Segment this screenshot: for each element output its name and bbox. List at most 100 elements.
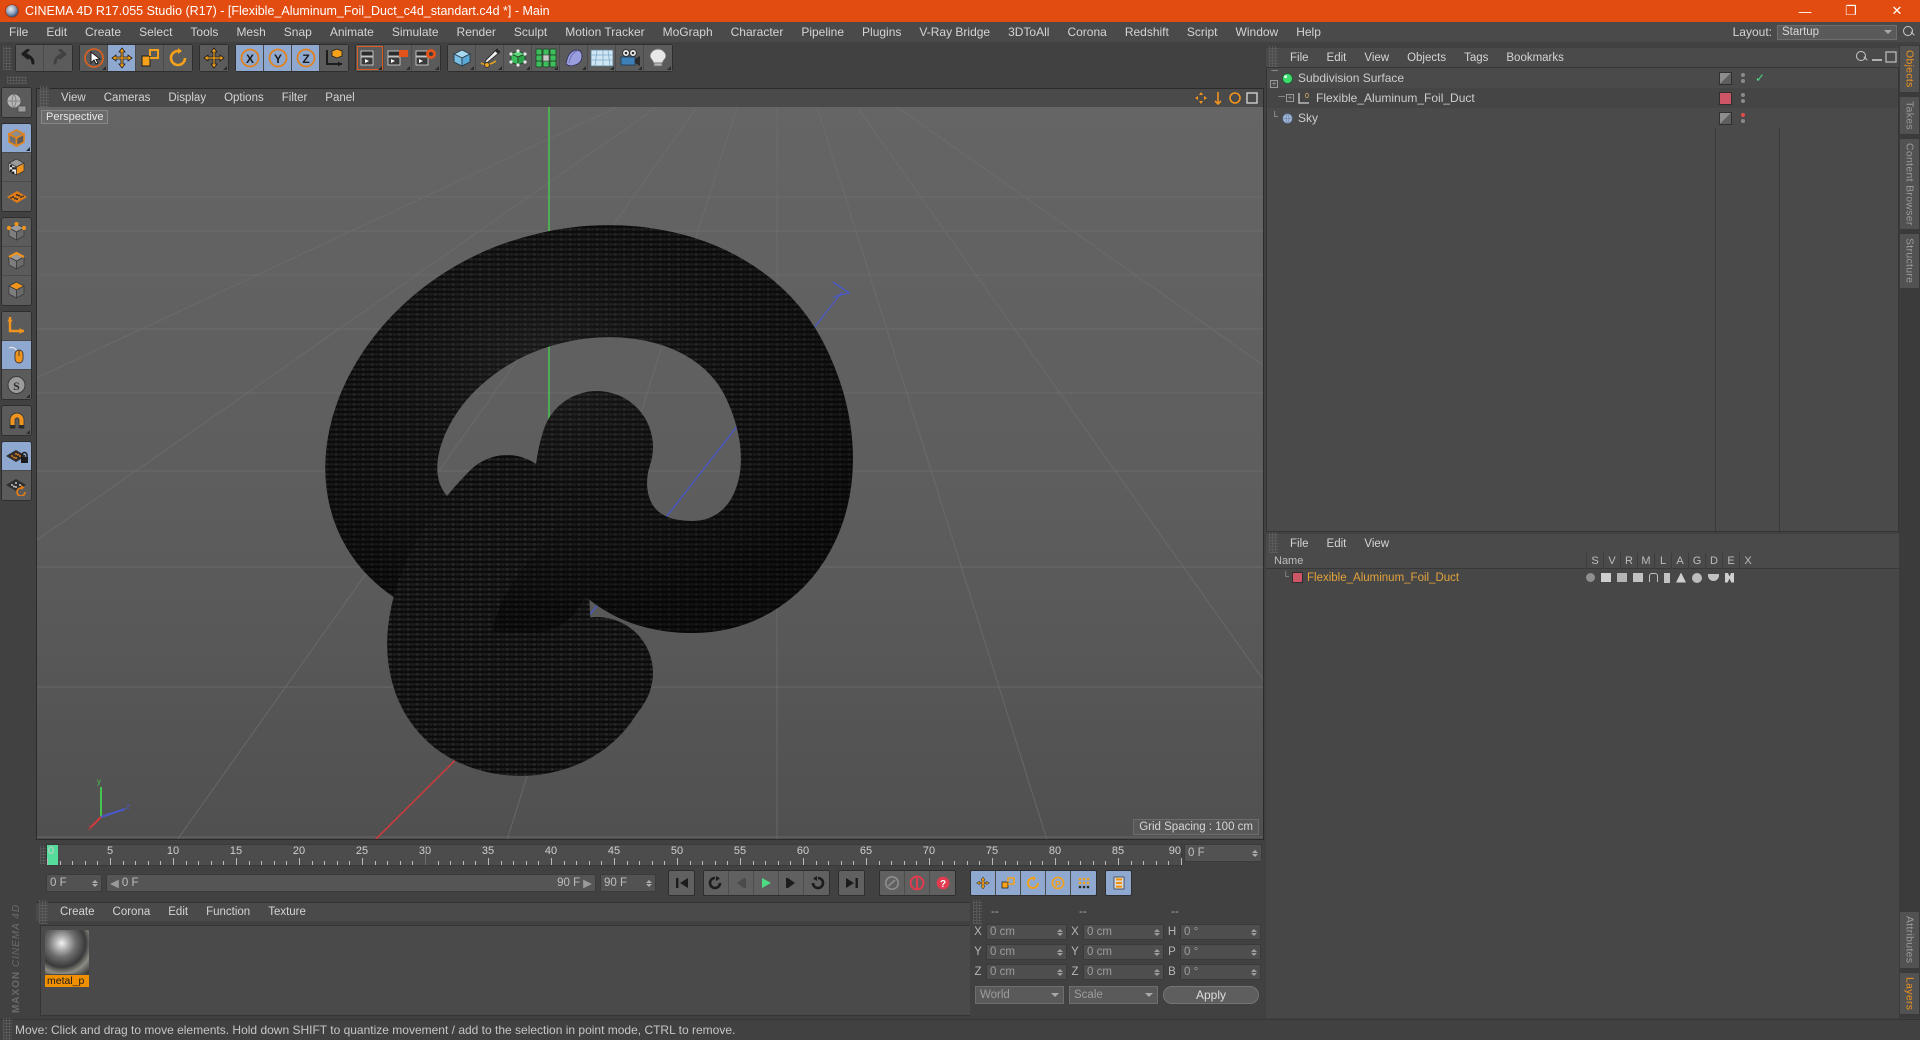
spline-pen-button[interactable] [476,45,504,71]
model-mode-button[interactable] [2,124,31,153]
size-y-field[interactable]: 0 cm [1083,944,1164,960]
menu-item-corona[interactable]: Corona [1058,22,1115,42]
side-tab-structure[interactable]: Structure [1899,233,1920,289]
object-menu-view[interactable]: View [1355,48,1398,68]
viewport-menu-display[interactable]: Display [159,88,215,108]
menu-item-v-ray-bridge[interactable]: V-Ray Bridge [910,22,999,42]
menu-item-edit[interactable]: Edit [37,22,76,42]
tree-expander[interactable]: └ [1266,572,1292,584]
time-range-slider[interactable]: ◀ 0 F 90 F ▶ [106,874,596,892]
point-mode-button[interactable] [2,218,31,247]
layer-row[interactable]: └ Flexible_Aluminum_Foil_Duct [1266,569,1899,586]
select-tool-button[interactable] [80,45,108,71]
menu-item-help[interactable]: Help [1287,22,1330,42]
side-tab-layers[interactable]: Layers [1899,971,1920,1015]
menu-item-snap[interactable]: Snap [275,22,321,42]
layer-color-swatch[interactable] [1292,572,1303,583]
layer-name[interactable]: Flexible_Aluminum_Foil_Duct [1307,572,1459,584]
size-z-field[interactable]: 0 cm [1083,964,1164,980]
menu-item-plugins[interactable]: Plugins [853,22,910,42]
layer-column-d[interactable]: D [1705,552,1722,569]
render-view-button[interactable] [356,45,384,71]
position-y-field[interactable]: 0 cm [986,944,1067,960]
render-settings-button[interactable] [412,45,440,71]
search-icon[interactable] [1855,50,1869,64]
apply-button[interactable]: Apply [1163,986,1259,1004]
material-menu-function[interactable]: Function [197,902,259,922]
layer-column-s[interactable]: S [1586,552,1603,569]
visibility-dots[interactable] [1741,113,1745,123]
tree-expander[interactable]: ─+ [1267,92,1297,104]
object-menu-file[interactable]: File [1281,48,1318,68]
menu-item-animate[interactable]: Animate [321,22,383,42]
layer-column-x[interactable]: X [1739,552,1756,569]
camera-button[interactable] [616,45,644,71]
scale-view-icon[interactable] [1211,91,1225,105]
menu-item-tools[interactable]: Tools [181,22,227,42]
layer-column-m[interactable]: M [1637,552,1654,569]
visibility-dots[interactable] [1741,93,1745,103]
menu-item-motion-tracker[interactable]: Motion Tracker [556,22,653,42]
visibility-dots[interactable] [1741,73,1745,83]
side-tab-takes[interactable]: Takes [1899,95,1920,135]
maximize-view-icon[interactable] [1245,91,1259,105]
layer-menu-file[interactable]: File [1281,534,1318,554]
goto-start-button[interactable] [669,871,694,895]
menu-item-render[interactable]: Render [448,22,505,42]
keyframe-help-button[interactable]: ? [930,871,955,895]
magnet-tool-button[interactable] [2,406,31,435]
side-tab-content-browser[interactable]: Content Browser [1899,137,1920,231]
play-button[interactable] [754,871,779,895]
menu-item-mesh[interactable]: Mesh [227,22,274,42]
material-menu-create[interactable]: Create [51,902,104,922]
menu-item-select[interactable]: Select [130,22,181,42]
enable-axis-button[interactable] [2,312,31,341]
mograph-cloner-button[interactable] [532,45,560,71]
deformer-button[interactable] [560,45,588,71]
generator-object-button[interactable] [504,45,532,71]
maximize-button[interactable]: ❐ [1828,0,1874,22]
rotation-b-field[interactable]: 0 ° [1180,964,1261,980]
coordinates-grip[interactable] [973,900,982,924]
minimize-panel-icon[interactable] [1871,51,1883,63]
menu-item-character[interactable]: Character [722,22,793,42]
z-axis-button[interactable]: Z [292,45,320,71]
rotation-key-button[interactable] [1021,871,1046,895]
light-button[interactable] [644,45,672,71]
render-region-button[interactable] [384,45,412,71]
world-object-coordinates-button[interactable] [320,45,348,71]
minimize-button[interactable]: — [1782,0,1828,22]
viewport-menu-options[interactable]: Options [215,88,273,108]
object-menu-objects[interactable]: Objects [1398,48,1455,68]
menu-item-sculpt[interactable]: Sculpt [505,22,556,42]
object-tag-swatch[interactable] [1719,71,1732,85]
material-item[interactable]: metal_p [45,930,89,987]
menu-item-simulate[interactable]: Simulate [383,22,448,42]
step-back-button[interactable] [729,871,754,895]
viewport-camera-tag[interactable]: Perspective [41,110,109,124]
undo-button[interactable] [16,45,44,71]
enable-snapping-button[interactable] [2,341,31,370]
workplane-button[interactable] [2,182,31,211]
parameter-key-button[interactable]: P [1046,871,1071,895]
menu-item-3dtoall[interactable]: 3DToAll [999,22,1058,42]
object-name[interactable]: Flexible_Aluminum_Foil_Duct [1316,91,1475,105]
point-level-animation-button[interactable] [1071,871,1096,895]
position-key-button[interactable] [971,871,996,895]
material-menu-texture[interactable]: Texture [259,902,315,922]
redo-button[interactable] [44,45,72,71]
y-axis-button[interactable]: Y [264,45,292,71]
range-end-field[interactable]: 90 F [600,874,656,892]
object-manager-row[interactable]: └ Sky [1267,108,1898,128]
step-forward-button[interactable] [779,871,804,895]
toolbar-grip[interactable] [3,46,12,70]
material-menu-edit[interactable]: Edit [159,902,197,922]
x-axis-button[interactable]: X [236,45,264,71]
object-menu-bookmarks[interactable]: Bookmarks [1497,48,1573,68]
close-button[interactable]: ✕ [1874,0,1920,22]
material-thumbnail[interactable] [45,930,89,974]
object-enabled-check[interactable]: ✓ [1755,71,1765,85]
coordinate-mode-dropdown[interactable]: Scale [1069,986,1158,1004]
cube-primitive-button[interactable] [448,45,476,71]
material-manager-grip[interactable] [39,900,48,924]
